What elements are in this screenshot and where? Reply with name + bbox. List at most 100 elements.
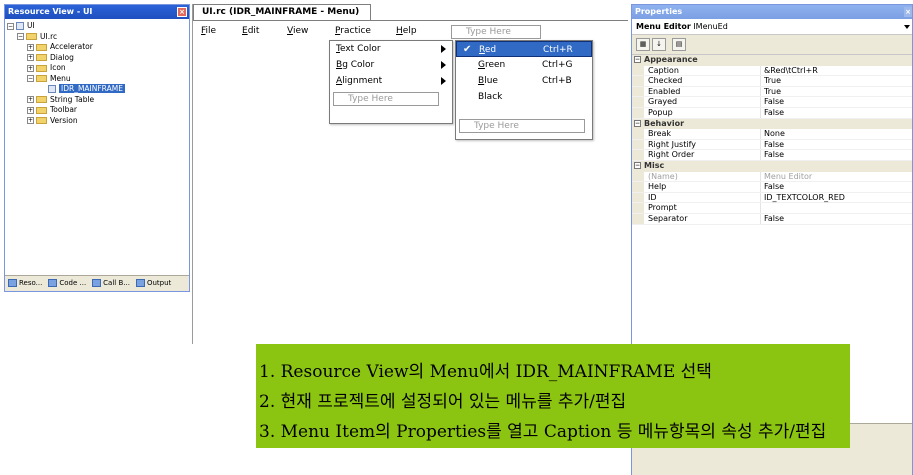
tree-item[interactable]: + Icon	[5, 63, 189, 74]
menu-item-green[interactable]: Green Ctrl+G	[456, 57, 592, 73]
tree-item-label: Menu	[50, 73, 71, 83]
property-row[interactable]: Prompt	[632, 203, 912, 214]
tree-item-label: Toolbar	[50, 105, 78, 114]
collapse-icon[interactable]: −	[634, 161, 641, 169]
tree-item[interactable]: − UI	[5, 21, 189, 32]
properties-titlebar: Properties ×	[632, 5, 912, 19]
tree-item[interactable]: IDR_MAINFRAME	[5, 84, 189, 95]
property-row[interactable]: Break None	[632, 129, 912, 140]
property-value[interactable]: False	[764, 150, 784, 161]
close-icon[interactable]: ×	[177, 7, 187, 17]
menubar-type-here[interactable]: Type Here	[451, 25, 541, 39]
property-pages-icon[interactable]: ▤	[672, 38, 686, 51]
menu-practice[interactable]: Practice	[335, 26, 371, 36]
expand-icon[interactable]: +	[27, 117, 34, 124]
property-row[interactable]: ID ID_TEXTCOLOR_RED	[632, 192, 912, 204]
submenu-type-here[interactable]: Type Here	[459, 119, 585, 133]
property-row[interactable]: Caption &Red\tCtrl+R	[632, 65, 912, 77]
expand-icon[interactable]: +	[27, 54, 34, 61]
menu-view[interactable]: View	[287, 26, 308, 36]
row-gutter	[632, 86, 644, 97]
menu-help[interactable]: Help	[396, 26, 417, 36]
tree-item[interactable]: + Version	[5, 116, 189, 127]
tree-item[interactable]: + Dialog	[5, 53, 189, 64]
property-value[interactable]: False	[764, 182, 784, 193]
property-value[interactable]: None	[764, 129, 785, 140]
row-gutter	[632, 97, 644, 107]
property-row[interactable]: Right Justify False	[632, 139, 912, 151]
property-row[interactable]: Help False	[632, 182, 912, 193]
menu-edit[interactable]: Edit	[242, 26, 259, 36]
tree-item[interactable]: + String Table	[5, 95, 189, 106]
panel-tab[interactable]: Code ...	[45, 276, 89, 291]
collapse-icon[interactable]: −	[17, 33, 24, 40]
menu-item-black[interactable]: Black	[456, 89, 592, 105]
tab-icon	[135, 279, 145, 287]
property-row[interactable]: (Name) Menu Editor	[632, 171, 912, 183]
property-value[interactable]: False	[764, 140, 784, 151]
menu-item-blue[interactable]: Blue Ctrl+B	[456, 73, 592, 89]
panel-tab[interactable]: Reso...	[5, 276, 45, 291]
resource-view-titlebar: Resource View - UI ×	[5, 5, 189, 19]
editor-tab[interactable]: UI.rc (IDR_MAINFRAME - Menu)	[193, 4, 371, 20]
menu-item-text-color[interactable]: Text Color	[330, 41, 452, 57]
property-row[interactable]: Enabled True	[632, 86, 912, 98]
property-category[interactable]: − Behavior	[632, 118, 912, 130]
menu-file[interactable]: File	[201, 26, 216, 36]
categorized-icon[interactable]: ▦	[636, 38, 650, 51]
panel-tab[interactable]: Call B...	[89, 276, 133, 291]
property-value[interactable]: Menu Editor	[764, 172, 812, 183]
property-name: Grayed	[648, 97, 678, 107]
tree-item[interactable]: + Toolbar	[5, 105, 189, 116]
tree-item-label: Icon	[50, 63, 66, 72]
property-value[interactable]: True	[764, 87, 781, 98]
property-value[interactable]: ID_TEXTCOLOR_RED	[764, 193, 845, 204]
property-grid: − Appearance Caption &Red\tCtrl+R Checked Tru…	[632, 55, 912, 225]
menu-item-alignment[interactable]: Alignment	[330, 73, 452, 89]
resource-view-panel: Resource View - UI × − UI − UI.rc + Accelerat…	[4, 4, 190, 292]
property-value[interactable]: False	[764, 214, 784, 225]
alphabetical-icon[interactable]: ↓	[652, 38, 666, 51]
column-divider	[760, 129, 761, 139]
expand-icon[interactable]: +	[27, 64, 34, 72]
tree-item[interactable]: + Accelerator	[5, 42, 189, 53]
expand-icon[interactable]: +	[27, 43, 34, 51]
text-color-submenu: ✔ Red Ctrl+R Green Ctrl+G Blue Ctrl+B Bl…	[455, 40, 593, 140]
property-row[interactable]: Grayed False	[632, 97, 912, 108]
row-gutter	[632, 213, 644, 224]
property-category[interactable]: − Appearance	[632, 55, 912, 66]
property-value[interactable]: True	[764, 76, 781, 87]
menu-item-red[interactable]: ✔ Red Ctrl+R	[456, 41, 592, 57]
property-name: Right Justify	[648, 139, 696, 149]
collapse-icon[interactable]: −	[634, 119, 641, 127]
property-row[interactable]: Separator False	[632, 213, 912, 225]
tree-item-label: String Table	[50, 94, 95, 104]
property-value[interactable]: False	[764, 108, 784, 119]
object-type: IMenuEd	[693, 22, 728, 31]
chevron-down-icon	[904, 25, 910, 29]
menu-editor-area: UI.rc (IDR_MAINFRAME - Menu) File Edit V…	[192, 4, 628, 344]
property-row[interactable]: Checked True	[632, 76, 912, 87]
object-name: Menu Editor	[636, 22, 691, 31]
close-icon[interactable]: ×	[904, 7, 912, 17]
collapse-icon[interactable]: −	[7, 22, 14, 30]
property-row[interactable]: Right Order False	[632, 150, 912, 161]
property-value[interactable]: &Red\tCtrl+R	[764, 66, 818, 77]
property-value[interactable]: False	[764, 97, 784, 108]
tree-item[interactable]: − UI.rc	[5, 32, 189, 43]
row-gutter	[632, 171, 644, 182]
property-row[interactable]: Popup False	[632, 107, 912, 119]
tree-item[interactable]: − Menu	[5, 74, 189, 85]
collapse-icon[interactable]: −	[27, 75, 34, 82]
object-selector[interactable]: Menu Editor IMenuEd	[632, 19, 912, 35]
expand-icon[interactable]: +	[27, 96, 34, 103]
menu-item-bg-color[interactable]: Bg Color	[330, 57, 452, 73]
column-divider	[760, 171, 761, 182]
expand-icon[interactable]: +	[27, 106, 34, 114]
panel-tab[interactable]: Output	[133, 276, 174, 291]
collapse-icon[interactable]: −	[634, 56, 641, 63]
instruction-annotation: 1. Resource View의 Menu에서 IDR_MAINFRAME 선…	[256, 344, 850, 448]
practice-type-here[interactable]: Type Here	[333, 92, 439, 106]
checkmark-icon: ✔	[463, 44, 472, 55]
property-category[interactable]: − Misc	[632, 160, 912, 172]
